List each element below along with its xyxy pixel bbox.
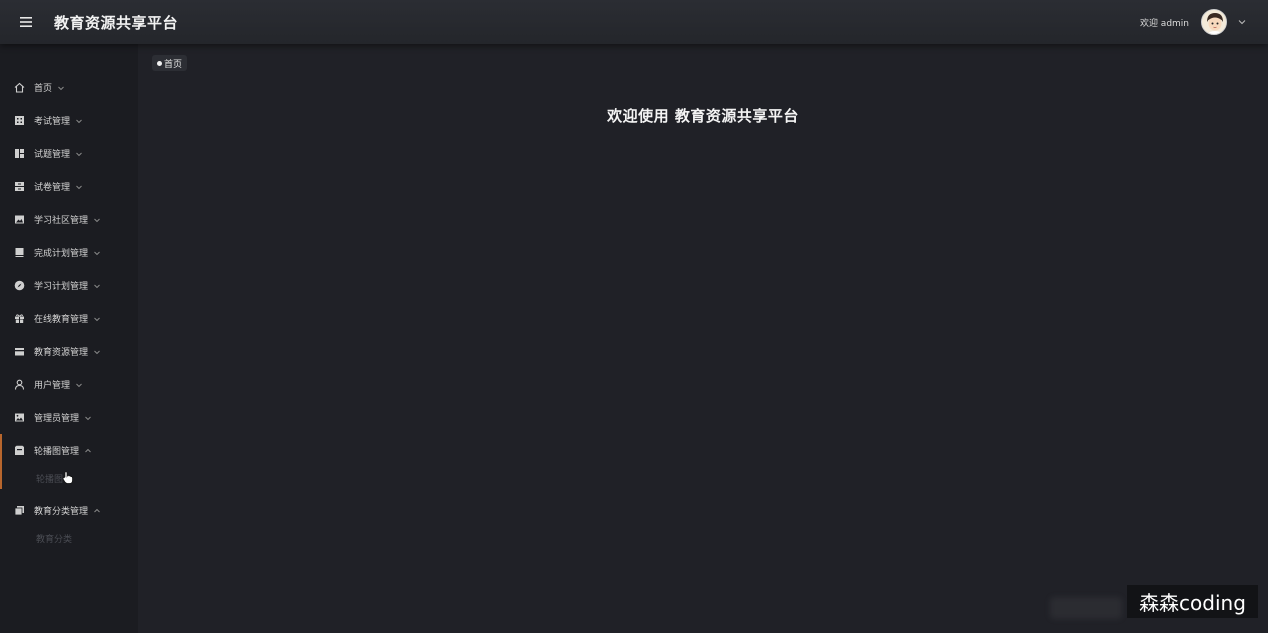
hamburger-icon[interactable] — [18, 15, 34, 29]
hand-cursor-icon — [62, 470, 74, 489]
welcome-user-text: 欢迎 admin — [1139, 18, 1189, 29]
chevron-up-icon — [93, 507, 101, 515]
sidebar-item-papers[interactable]: 试卷管理 — [0, 170, 138, 203]
chevron-down-icon — [75, 381, 83, 389]
sidebar-item-exam[interactable]: 考试管理 — [0, 104, 138, 137]
main-content: 首页 欢迎使用 教育资源共享平台 — [138, 44, 1268, 633]
watermark: 森森coding — [1127, 585, 1258, 618]
gift-icon — [13, 313, 25, 325]
dot-icon — [157, 60, 162, 66]
sidebar-item-questions[interactable]: 试题管理 — [0, 137, 138, 170]
chevron-down-icon — [93, 249, 101, 257]
chevron-down-icon — [57, 84, 65, 92]
inbox-icon — [13, 445, 25, 457]
avatar[interactable] — [1201, 9, 1227, 35]
exam-icon — [13, 115, 25, 127]
chevron-down-icon — [93, 315, 101, 323]
sidebar-item-label: 学习计划管理 — [34, 282, 89, 292]
dashboard-icon — [13, 148, 25, 160]
chevron-down-icon — [93, 216, 101, 224]
chevron-down-icon — [75, 150, 83, 158]
blurred-region — [1050, 597, 1122, 619]
sidebar-item-completed-plans[interactable]: 完成计划管理 — [0, 236, 138, 269]
sidebar-item-home[interactable]: 首页 — [0, 71, 138, 104]
chevron-down-icon — [84, 414, 92, 422]
app-root: 教育资源共享平台 欢迎 admin 首页 考试管理 试题管理 试卷管理 学习社区… — [0, 0, 1268, 633]
chevron-down-icon — [75, 117, 83, 125]
chevron-down-icon — [93, 348, 101, 356]
chevron-up-icon — [84, 447, 92, 455]
copy-icon — [13, 505, 25, 517]
sidebar-item-community[interactable]: 学习社区管理 — [0, 203, 138, 236]
sidebar-item-label: 试卷管理 — [34, 183, 71, 193]
breadcrumb-item: 首页 — [164, 59, 183, 70]
top-header: 教育资源共享平台 欢迎 admin — [0, 0, 1268, 44]
card-icon — [13, 346, 25, 358]
sidebar-item-label: 考试管理 — [34, 117, 71, 127]
book-icon — [13, 247, 25, 259]
home-icon — [13, 82, 25, 94]
sidebar-item-label: 学习社区管理 — [34, 216, 89, 226]
sidebar-item-label: 完成计划管理 — [34, 249, 89, 259]
user-menu[interactable]: 欢迎 admin — [1140, 0, 1246, 44]
user-icon — [13, 379, 25, 391]
breadcrumb[interactable]: 首页 — [152, 55, 188, 71]
sidebar-item-study-plans[interactable]: 学习计划管理 — [0, 269, 138, 302]
sidebar-item-label: 在线教育管理 — [34, 315, 89, 325]
chevron-down-icon — [75, 183, 83, 191]
sidebar-item-carousel[interactable]: 轮播图管理 — [0, 434, 138, 489]
sidebar-item-edu-categories[interactable]: 教育分类管理 — [0, 494, 138, 527]
picture-icon — [13, 412, 25, 424]
chevron-down-icon — [93, 282, 101, 290]
page-title: 欢迎使用 教育资源共享平台 — [607, 107, 799, 125]
sidebar-item-label: 用户管理 — [34, 381, 71, 391]
sidebar-item-label: 教育分类管理 — [34, 507, 89, 517]
paper-icon — [13, 181, 25, 193]
sidebar-item-label: 教育资源管理 — [34, 348, 89, 358]
chevron-down-icon[interactable] — [1238, 18, 1246, 26]
sidebar-item-online-education[interactable]: 在线教育管理 — [0, 302, 138, 335]
compass-icon — [13, 280, 25, 292]
submenu-item-edu-category[interactable]: 教育分类 — [0, 527, 138, 554]
sidebar-item-users[interactable]: 用户管理 — [0, 368, 138, 401]
image-icon — [13, 214, 25, 226]
sidebar-item-label: 轮播图管理 — [34, 447, 80, 457]
sidebar-item-resources[interactable]: 教育资源管理 — [0, 335, 138, 368]
app-title: 教育资源共享平台 — [54, 13, 179, 32]
sidebar-item-label: 试题管理 — [34, 150, 71, 160]
sidebar-item-label: 管理员管理 — [34, 414, 80, 424]
sidebar: 首页 考试管理 试题管理 试卷管理 学习社区管理 完成计划管理 学习计划管理 在… — [0, 44, 138, 633]
sidebar-item-label: 首页 — [34, 84, 53, 94]
sidebar-item-admins[interactable]: 管理员管理 — [0, 401, 138, 434]
